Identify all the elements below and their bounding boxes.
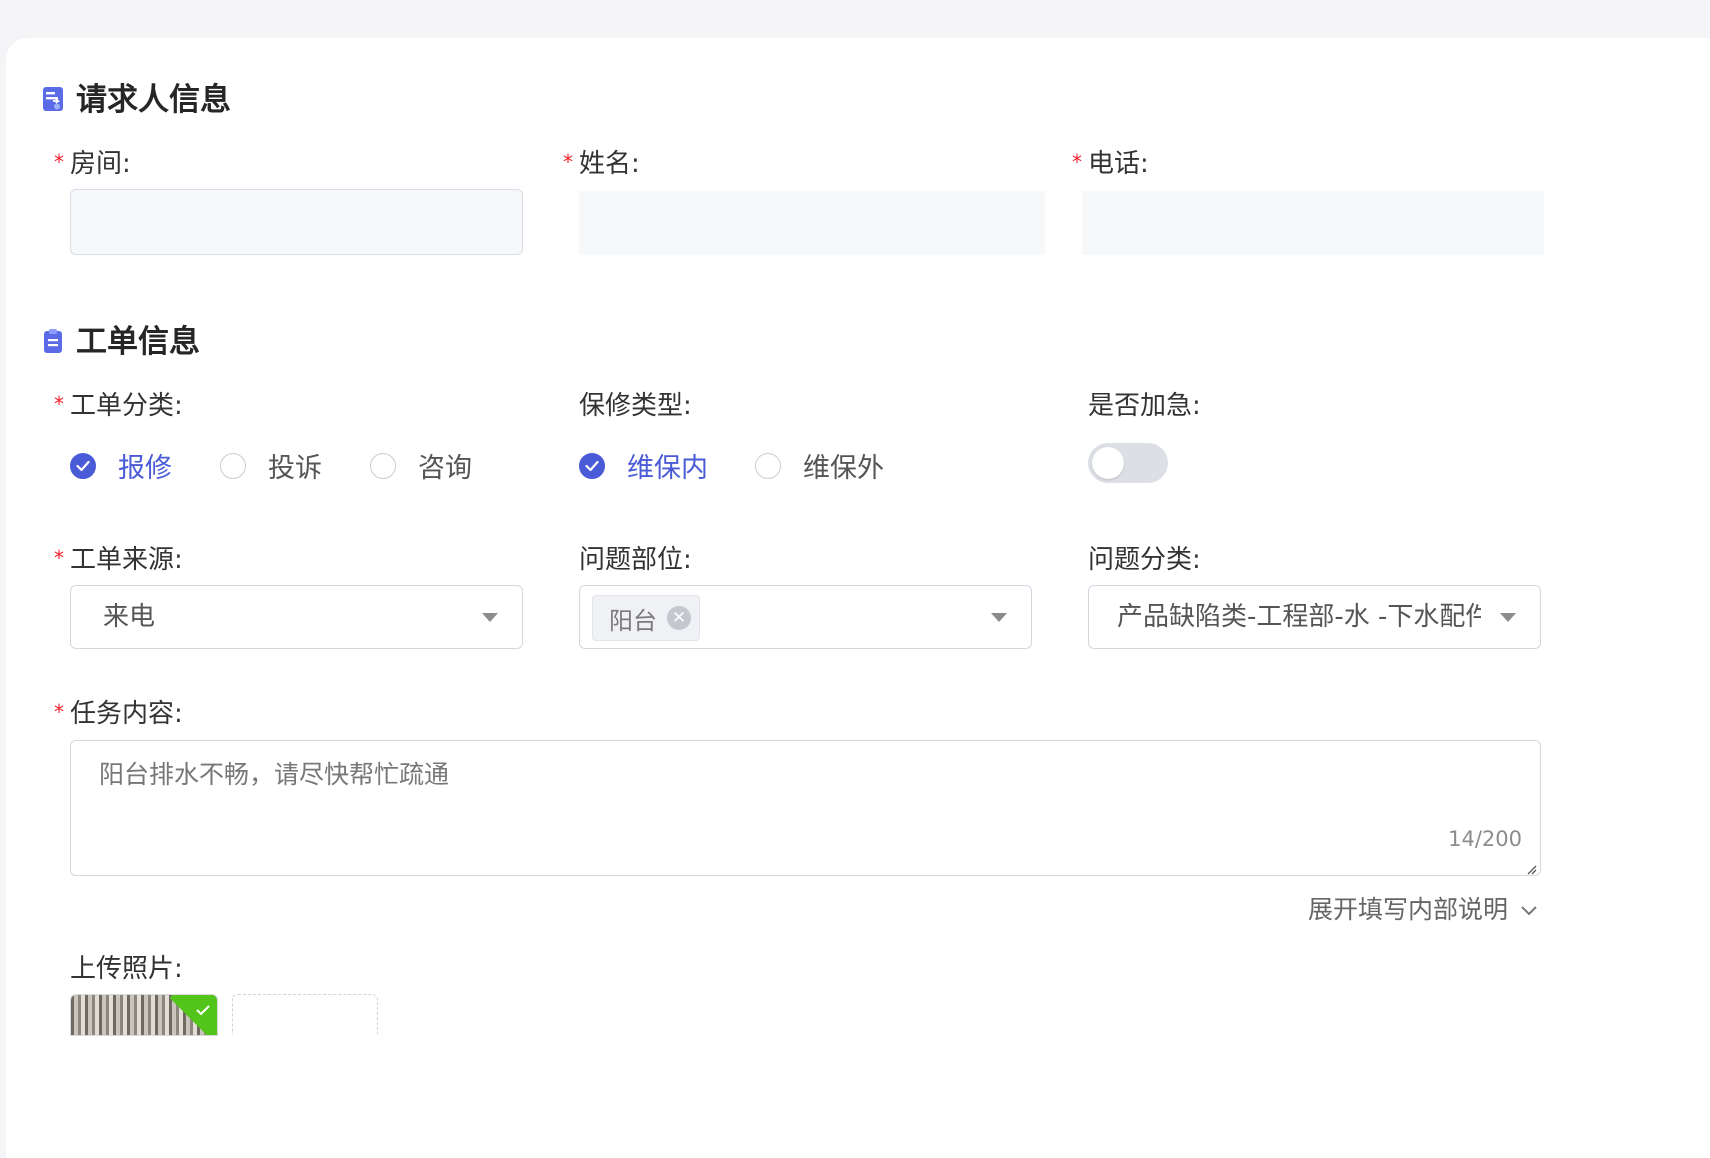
radio-label: 维保内: [627, 453, 708, 484]
select-value: 产品缺陷类-工程部-水 -下水配件: [1117, 602, 1481, 632]
room-input[interactable]: [70, 189, 523, 255]
urgent-label: 是否加急:: [1088, 391, 1201, 421]
caret-down-icon: [1500, 613, 1516, 622]
problem-category-label: 问题分类:: [1088, 545, 1201, 575]
radio-in-warranty[interactable]: 维保内: [579, 446, 708, 485]
upload-label: 上传照片:: [70, 954, 183, 984]
radio-repair[interactable]: 报修: [70, 446, 172, 485]
select-value: 来电: [103, 602, 156, 632]
chevron-down-icon: [1520, 894, 1538, 923]
name-label: * 姓名:: [563, 149, 640, 179]
caret-down-icon: [482, 613, 498, 622]
source-label: * 工单来源:: [54, 545, 183, 575]
source-select[interactable]: 来电: [70, 585, 523, 649]
location-tag: 阳台 ✕: [592, 595, 700, 641]
expand-link-label: 展开填写内部说明: [1307, 895, 1508, 924]
expand-internal-notes-link[interactable]: 展开填写内部说明: [1308, 890, 1538, 926]
radio-label: 报修: [118, 453, 172, 484]
radio-out-warranty[interactable]: 维保外: [755, 446, 884, 485]
radio-consult[interactable]: 咨询: [370, 446, 472, 485]
radio-circle-icon: [370, 452, 396, 479]
close-circle-icon[interactable]: ✕: [667, 606, 691, 630]
section-title-requester: 请求人信息: [42, 74, 231, 119]
radio-label: 维保外: [803, 453, 884, 484]
phone-label: * 电话:: [1072, 149, 1149, 179]
resize-handle-icon[interactable]: [1525, 860, 1537, 875]
switch-knob: [1092, 447, 1124, 479]
radio-circle-icon: [755, 452, 781, 479]
task-label: * 任务内容:: [54, 699, 183, 729]
contact-card-icon: [42, 84, 64, 111]
uploaded-photo-thumbnail[interactable]: [70, 994, 218, 1036]
section-title-ticket: 工单信息: [42, 316, 200, 361]
radio-circle-icon: [220, 452, 246, 479]
urgent-switch[interactable]: [1088, 443, 1168, 483]
problem-category-select[interactable]: 产品缺陷类-工程部-水 -下水配件: [1088, 585, 1541, 649]
room-label: * 房间:: [54, 149, 131, 179]
caret-down-icon: [991, 613, 1007, 622]
radio-label: 咨询: [418, 453, 472, 484]
char-counter: 14/200: [1448, 827, 1522, 851]
radio-complaint[interactable]: 投诉: [220, 446, 322, 485]
location-select[interactable]: 阳台 ✕: [579, 585, 1032, 649]
check-icon: [579, 452, 605, 479]
check-icon: [195, 1001, 211, 1020]
clipboard-icon: [42, 326, 64, 353]
check-icon: [70, 452, 96, 479]
category-label: * 工单分类:: [54, 391, 183, 421]
section-title-text: 请求人信息: [76, 82, 231, 118]
tag-label: 阳台: [609, 606, 657, 635]
upload-add-button[interactable]: [232, 994, 378, 1034]
section-title-text: 工单信息: [76, 324, 200, 360]
phone-input[interactable]: [1082, 191, 1544, 255]
name-input[interactable]: [579, 191, 1045, 255]
task-text: 阳台排水不畅，请尽快帮忙疏通: [99, 760, 450, 789]
warranty-label: 保修类型:: [579, 391, 692, 421]
task-textarea[interactable]: 阳台排水不畅，请尽快帮忙疏通 14/200: [70, 740, 1541, 876]
location-label: 问题部位:: [579, 545, 692, 575]
radio-label: 投诉: [268, 453, 322, 484]
